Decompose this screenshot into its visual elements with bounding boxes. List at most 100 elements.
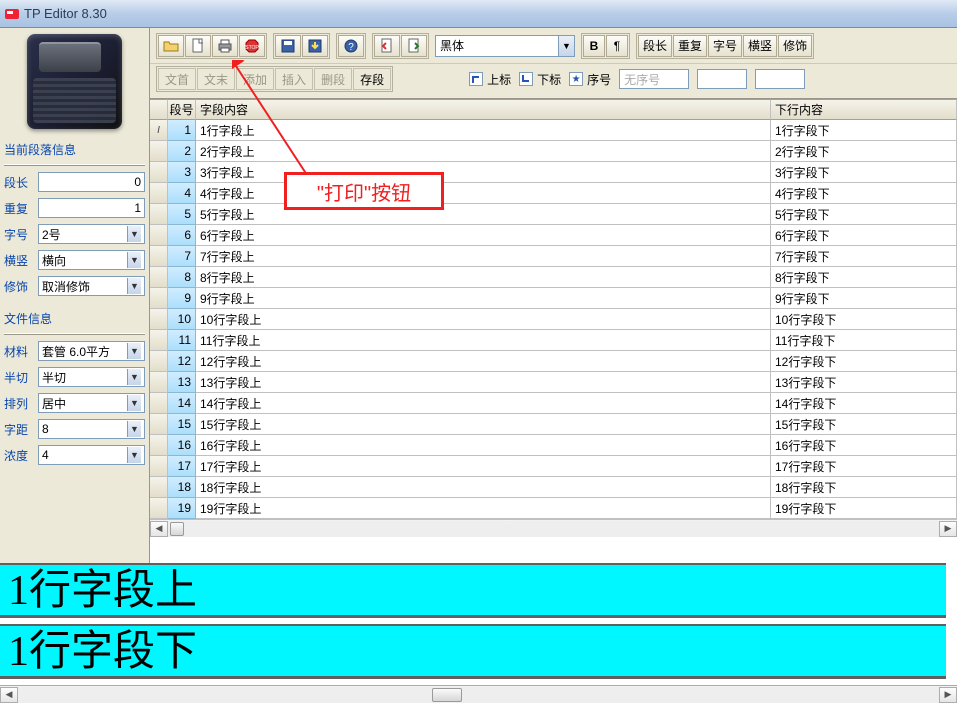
- cell-content-b[interactable]: 2行字段下: [771, 141, 957, 162]
- table-row[interactable]: 1313行字段上13行字段下: [150, 372, 957, 393]
- aux-input-1[interactable]: [697, 69, 747, 89]
- stop-button[interactable]: STOP: [239, 35, 265, 57]
- font-combo[interactable]: 黑体 ▼: [435, 35, 575, 57]
- table-row[interactable]: I11行字段上1行字段下: [150, 120, 957, 141]
- seg-first[interactable]: 文首: [158, 68, 196, 90]
- seg-delete[interactable]: 删段: [314, 68, 352, 90]
- table-row[interactable]: 77行字段上7行字段下: [150, 246, 957, 267]
- help-button[interactable]: ?: [338, 35, 364, 57]
- table-row[interactable]: 66行字段上6行字段下: [150, 225, 957, 246]
- table-row[interactable]: 1717行字段上17行字段下: [150, 456, 957, 477]
- opt-seglen[interactable]: 段长: [638, 35, 672, 57]
- download-button[interactable]: [401, 35, 427, 57]
- cell-content-b[interactable]: 4行字段下: [771, 183, 957, 204]
- opt-repeat[interactable]: 重复: [673, 35, 707, 57]
- scroll-track[interactable]: [168, 521, 939, 537]
- cell-content-b[interactable]: 13行字段下: [771, 372, 957, 393]
- table-row[interactable]: 1818行字段上18行字段下: [150, 477, 957, 498]
- cell-content-b[interactable]: 9行字段下: [771, 288, 957, 309]
- cell-content-b[interactable]: 7行字段下: [771, 246, 957, 267]
- grid-horizontal-scrollbar[interactable]: ◀ ▶: [150, 519, 957, 537]
- combo-align[interactable]: 居中▼: [38, 393, 145, 413]
- scroll-left-icon[interactable]: ◀: [0, 687, 18, 703]
- cell-content-a[interactable]: 14行字段上: [196, 393, 771, 414]
- table-row[interactable]: 1616行字段上16行字段下: [150, 435, 957, 456]
- table-row[interactable]: 1919行字段上19行字段下: [150, 498, 957, 519]
- opt-fontno[interactable]: 字号: [708, 35, 742, 57]
- scroll-thumb[interactable]: [170, 522, 184, 536]
- cell-content-b[interactable]: 3行字段下: [771, 162, 957, 183]
- cell-content-b[interactable]: 1行字段下: [771, 120, 957, 141]
- cell-content-b[interactable]: 11行字段下: [771, 330, 957, 351]
- cell-content-b[interactable]: 17行字段下: [771, 456, 957, 477]
- table-row[interactable]: 1212行字段上12行字段下: [150, 351, 957, 372]
- window-horizontal-scrollbar[interactable]: ◀ ▶: [0, 685, 957, 703]
- combo-fontno[interactable]: 2号▼: [38, 224, 145, 244]
- seg-last[interactable]: 文末: [197, 68, 235, 90]
- cell-content-a[interactable]: 10行字段上: [196, 309, 771, 330]
- table-row[interactable]: 99行字段上9行字段下: [150, 288, 957, 309]
- opt-decor[interactable]: 修饰: [778, 35, 812, 57]
- scroll-thumb[interactable]: [432, 688, 462, 702]
- chk-sequence[interactable]: ★ 序号: [569, 71, 611, 88]
- cell-content-b[interactable]: 16行字段下: [771, 435, 957, 456]
- cell-content-a[interactable]: 5行字段上: [196, 204, 771, 225]
- input-seglen[interactable]: 0: [38, 172, 145, 192]
- cell-content-b[interactable]: 12行字段下: [771, 351, 957, 372]
- cell-content-b[interactable]: 18行字段下: [771, 477, 957, 498]
- cell-content-b[interactable]: 8行字段下: [771, 267, 957, 288]
- cell-content-a[interactable]: 7行字段上: [196, 246, 771, 267]
- cell-content-a[interactable]: 3行字段上: [196, 162, 771, 183]
- save-button[interactable]: [275, 35, 301, 57]
- scroll-right-icon[interactable]: ▶: [939, 521, 957, 537]
- cell-content-a[interactable]: 15行字段上: [196, 414, 771, 435]
- cell-content-b[interactable]: 15行字段下: [771, 414, 957, 435]
- print-button[interactable]: [212, 35, 238, 57]
- scroll-track[interactable]: [18, 687, 939, 703]
- chk-superscript[interactable]: 上标: [469, 71, 511, 88]
- cell-content-a[interactable]: 8行字段上: [196, 267, 771, 288]
- combo-orient[interactable]: 横向▼: [38, 250, 145, 270]
- table-row[interactable]: 1414行字段上14行字段下: [150, 393, 957, 414]
- data-grid[interactable]: 段号 字段内容 下行内容 I11行字段上1行字段下22行字段上2行字段下33行字…: [150, 98, 957, 563]
- combo-spacing[interactable]: 8▼: [38, 419, 145, 439]
- chk-subscript[interactable]: 下标: [519, 71, 561, 88]
- combo-halfcut[interactable]: 半切▼: [38, 367, 145, 387]
- scroll-left-icon[interactable]: ◀: [150, 521, 168, 537]
- pilcrow-button[interactable]: ¶: [606, 35, 628, 57]
- aux-input-2[interactable]: [755, 69, 805, 89]
- cell-content-a[interactable]: 19行字段上: [196, 498, 771, 519]
- opt-orient[interactable]: 横竖: [743, 35, 777, 57]
- input-repeat[interactable]: 1: [38, 198, 145, 218]
- cell-content-b[interactable]: 14行字段下: [771, 393, 957, 414]
- cell-content-a[interactable]: 6行字段上: [196, 225, 771, 246]
- export-button[interactable]: [302, 35, 328, 57]
- sequence-input[interactable]: 无序号: [619, 69, 689, 89]
- scroll-right-icon[interactable]: ▶: [939, 687, 957, 703]
- table-row[interactable]: 1010行字段上10行字段下: [150, 309, 957, 330]
- cell-content-a[interactable]: 2行字段上: [196, 141, 771, 162]
- cell-content-b[interactable]: 5行字段下: [771, 204, 957, 225]
- open-button[interactable]: [158, 35, 184, 57]
- seg-insert[interactable]: 插入: [275, 68, 313, 90]
- table-row[interactable]: 55行字段上5行字段下: [150, 204, 957, 225]
- cell-content-a[interactable]: 11行字段上: [196, 330, 771, 351]
- cell-content-a[interactable]: 18行字段上: [196, 477, 771, 498]
- table-row[interactable]: 44行字段上4行字段下: [150, 183, 957, 204]
- combo-density[interactable]: 4▼: [38, 445, 145, 465]
- table-row[interactable]: 1515行字段上15行字段下: [150, 414, 957, 435]
- combo-material[interactable]: 套管 6.0平方▼: [38, 341, 145, 361]
- table-row[interactable]: 22行字段上2行字段下: [150, 141, 957, 162]
- cell-content-a[interactable]: 9行字段上: [196, 288, 771, 309]
- cell-content-a[interactable]: 16行字段上: [196, 435, 771, 456]
- table-row[interactable]: 1111行字段上11行字段下: [150, 330, 957, 351]
- cell-content-a[interactable]: 1行字段上: [196, 120, 771, 141]
- table-row[interactable]: 88行字段上8行字段下: [150, 267, 957, 288]
- cell-content-a[interactable]: 4行字段上: [196, 183, 771, 204]
- cell-content-b[interactable]: 10行字段下: [771, 309, 957, 330]
- new-button[interactable]: [185, 35, 211, 57]
- cell-content-a[interactable]: 17行字段上: [196, 456, 771, 477]
- cell-content-a[interactable]: 13行字段上: [196, 372, 771, 393]
- bold-button[interactable]: B: [583, 35, 605, 57]
- cell-content-a[interactable]: 12行字段上: [196, 351, 771, 372]
